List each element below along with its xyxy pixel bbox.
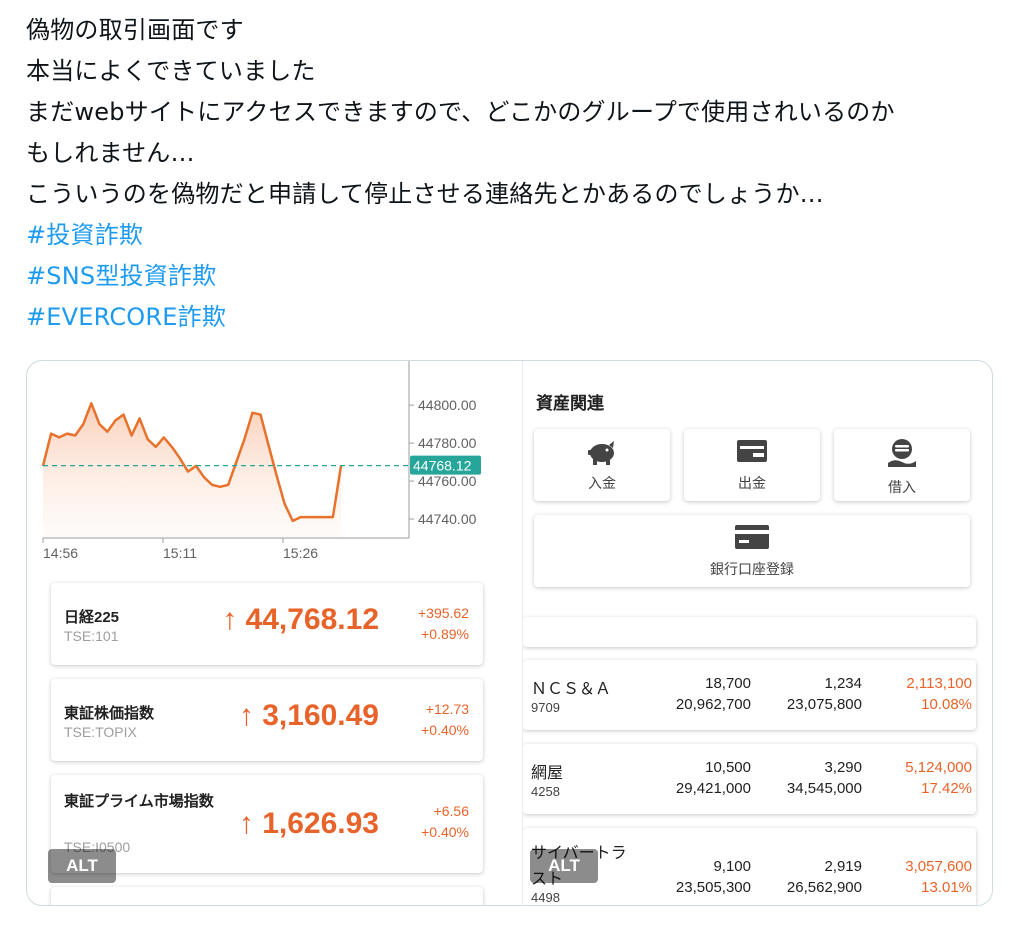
wallet-icon xyxy=(736,437,768,470)
x-tick-label: 15:11 xyxy=(163,545,197,561)
stock-col-2: 2,919 26,562,900 xyxy=(787,856,862,898)
index-change-abs: +395.62 xyxy=(418,605,469,621)
stock-value: 5,124,000 xyxy=(905,759,972,776)
post-line: 偽物の取引画面です xyxy=(26,16,244,44)
index-change-pct: +0.40% xyxy=(421,722,469,738)
hashtag-link[interactable]: #投資詐欺 xyxy=(26,215,1006,256)
stock-code: 4258 xyxy=(531,784,560,799)
hashtag-link[interactable]: #SNS型投資詐欺 xyxy=(26,256,1006,297)
deposit-label: 入金 xyxy=(588,475,616,491)
stock-row[interactable]: ＮＣＳ＆Ａ 9709 18,700 20,962,700 1,234 23,07… xyxy=(523,660,976,730)
index-change-pct: +0.40% xyxy=(421,824,469,840)
x-tick-label: 14:56 xyxy=(43,545,78,561)
stock-row[interactable]: 網屋 4258 10,500 29,421,000 3,290 34,545,0… xyxy=(523,744,976,814)
post-line: 本当によくできていました xyxy=(26,57,316,85)
stock-value: 34,545,000 xyxy=(786,780,862,797)
stock-col-3: 5,124,000 17.42% xyxy=(905,757,972,799)
withdraw-button[interactable]: 出金 xyxy=(684,429,820,501)
stock-col-1: 9,100 23,505,300 xyxy=(676,856,751,898)
media-image-right[interactable]: 資産関連 入金 出金 借入 銀行口座登録 ＮＣＳ＆Ａ 9709 18,700 2… xyxy=(523,361,992,905)
borrow-label: 借入 xyxy=(888,479,916,495)
bank-account-register-label: 銀行口座登録 xyxy=(710,561,794,577)
stock-col-2: 1,234 23,075,800 xyxy=(787,673,862,715)
stock-code: 4498 xyxy=(531,890,560,905)
index-change-abs: +6.56 xyxy=(433,803,469,819)
index-card-partial[interactable] xyxy=(51,887,483,905)
stock-value: 20,962,700 xyxy=(675,696,751,713)
media-attachment[interactable]: 44800.00 44780.00 44760.00 44740.00 44768.12… xyxy=(26,360,993,906)
withdraw-label: 出金 xyxy=(738,475,766,491)
y-tick-label: 44780.00 xyxy=(418,435,477,451)
stock-value: 1,234 xyxy=(824,675,862,692)
post-line: もしれません… xyxy=(26,139,195,167)
stock-value: 3,290 xyxy=(824,759,862,776)
assets-title: 資産関連 xyxy=(536,394,604,413)
stock-value: 23,075,800 xyxy=(786,696,862,713)
hashtag-link[interactable]: #EVERCORE詐欺 xyxy=(26,297,1006,338)
index-card[interactable]: 日経225 TSE:101 ↑ 44,768.12 +395.62 +0.89% xyxy=(51,583,483,665)
stock-value: 26,562,900 xyxy=(786,879,862,896)
stock-col-3: 3,057,600 13.01% xyxy=(905,856,972,898)
stock-value: 10.08% xyxy=(921,696,972,713)
stock-value: 13.01% xyxy=(921,879,972,896)
stock-value: 3,057,600 xyxy=(905,858,972,875)
stock-value: 23,505,300 xyxy=(675,879,751,896)
bank-account-register-button[interactable]: 銀行口座登録 xyxy=(534,515,970,587)
stock-value: 18,700 xyxy=(705,675,751,692)
chart-area-fill xyxy=(43,403,341,538)
post-text: 偽物の取引画面です 本当によくできていました まだwebサイトにアクセスできます… xyxy=(26,10,1006,338)
alt-badge[interactable]: ALT xyxy=(530,849,598,883)
stock-value: 17.42% xyxy=(921,780,972,797)
stock-value: 2,919 xyxy=(824,858,862,875)
current-price-label: 44768.12 xyxy=(413,458,472,474)
price-chart: 44800.00 44780.00 44760.00 44740.00 44768.12… xyxy=(41,361,481,561)
y-tick-label: 44800.00 xyxy=(418,397,477,413)
index-value: ↑ 1,626.93 xyxy=(238,807,379,840)
post-line: こういうのを偽物だと申請して停止させる連絡先とかあるのでしょうか… xyxy=(26,180,824,208)
deposit-button[interactable]: 入金 xyxy=(534,429,670,501)
credit-card-icon xyxy=(734,523,770,556)
index-name: 東証プライム市場指数 xyxy=(64,793,214,810)
index-value: ↑ 3,160.49 xyxy=(238,699,379,732)
stock-value: 10,500 xyxy=(705,759,751,776)
index-card[interactable]: 東証株価指数 TSE:TOPIX ↑ 3,160.49 +12.73 +0.40… xyxy=(51,679,483,761)
stock-card-partial[interactable] xyxy=(523,617,976,647)
y-tick-label: 44760.00 xyxy=(418,473,477,489)
index-change: +395.62 +0.89% xyxy=(418,603,469,645)
alt-badge[interactable]: ALT xyxy=(48,849,116,883)
piggy-bank-icon xyxy=(585,437,619,472)
stock-col-3: 2,113,100 10.08% xyxy=(906,673,972,715)
stock-code: 9709 xyxy=(531,700,560,715)
index-code: TSE:TOPIX xyxy=(64,724,137,740)
stock-value: 29,421,000 xyxy=(675,780,751,797)
stock-value: 2,113,100 xyxy=(906,675,972,692)
y-tick-label: 44740.00 xyxy=(418,511,477,527)
index-code: TSE:101 xyxy=(64,628,119,644)
index-change-pct: +0.89% xyxy=(421,626,469,642)
x-tick-label: 15:26 xyxy=(283,545,318,561)
stock-col-1: 10,500 29,421,000 xyxy=(676,757,751,799)
media-image-left[interactable]: 44800.00 44780.00 44760.00 44740.00 44768.12… xyxy=(27,361,522,905)
coin-stack-hand-icon xyxy=(885,437,919,474)
index-value: ↑ 44,768.12 xyxy=(222,603,379,636)
stock-col-1: 18,700 20,962,700 xyxy=(676,673,751,715)
stock-col-2: 3,290 34,545,000 xyxy=(787,757,862,799)
stock-value: 9,100 xyxy=(713,858,751,875)
index-change: +6.56 +0.40% xyxy=(421,801,469,843)
borrow-button[interactable]: 借入 xyxy=(834,429,970,501)
post-line: まだwebサイトにアクセスできますので、どこかのグループで使用されいるのか xyxy=(26,98,895,126)
index-change-abs: +12.73 xyxy=(425,701,469,717)
index-change: +12.73 +0.40% xyxy=(421,699,469,741)
